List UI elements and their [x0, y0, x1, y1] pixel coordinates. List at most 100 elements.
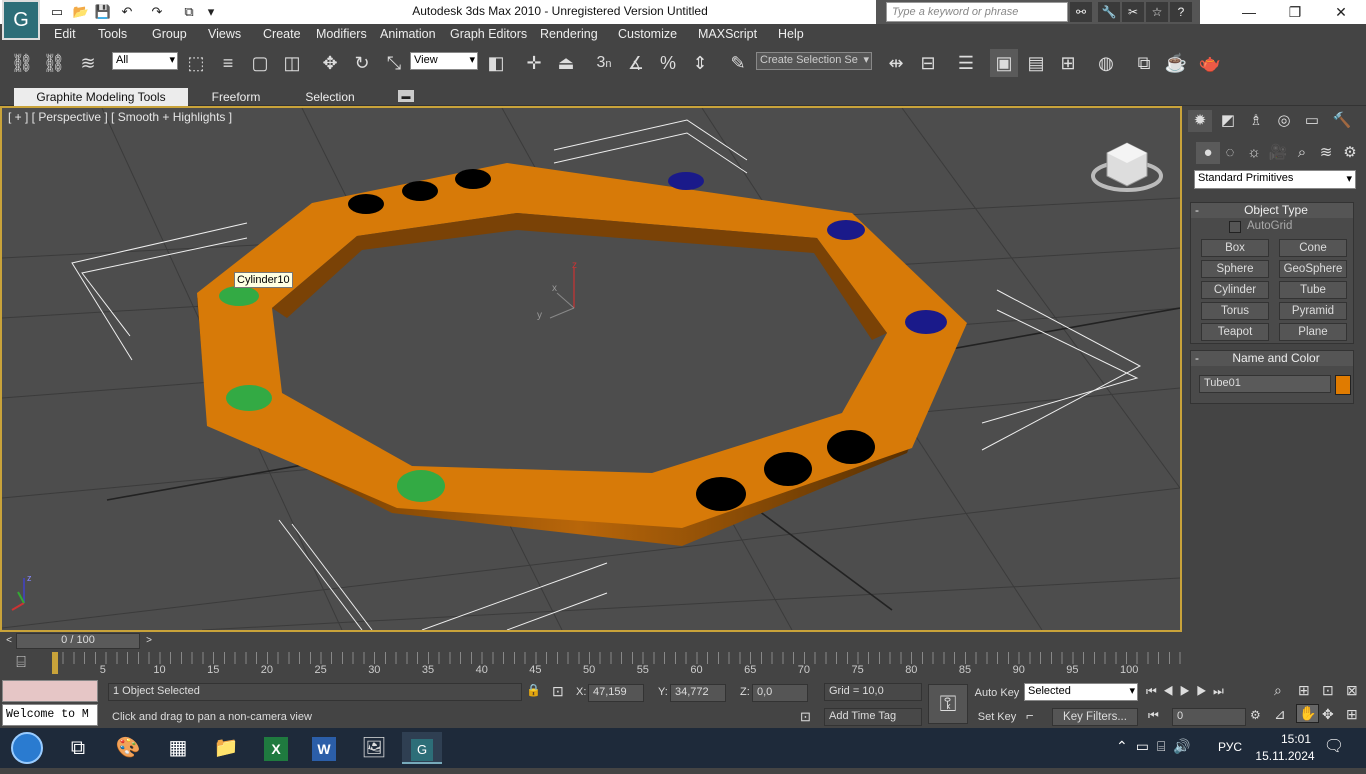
systems-category-icon[interactable]: ⚙: [1338, 142, 1362, 164]
rotate-icon[interactable]: ↻: [348, 49, 376, 77]
angle-snap-icon[interactable]: ∡: [622, 49, 650, 77]
z-coordinate-input[interactable]: 0,0: [752, 684, 808, 702]
manipulate-icon[interactable]: ✛: [520, 49, 548, 77]
set-key-button[interactable]: Set Key: [972, 708, 1022, 726]
select-object-icon[interactable]: ⬚: [182, 49, 210, 77]
percent-snap-icon[interactable]: %: [654, 49, 682, 77]
play-icon[interactable]: ▶: [1180, 684, 1197, 698]
maxscript-mini-listener[interactable]: Welcome to M: [2, 704, 98, 726]
mini-curve-editor-icon[interactable]: ⌸: [10, 654, 32, 674]
reference-coord-select[interactable]: View ▾: [410, 52, 478, 70]
object-color-swatch[interactable]: [1335, 375, 1351, 395]
communication-icon[interactable]: ✂: [1122, 2, 1144, 22]
primitive-type-select[interactable]: Standard Primitives ▾: [1194, 170, 1356, 189]
scene-canvas[interactable]: z x y z: [2, 108, 1180, 630]
tab-freeform[interactable]: Freeform: [196, 88, 276, 106]
maximize-viewport-icon[interactable]: ⊞: [1346, 706, 1358, 723]
hierarchy-tab-icon[interactable]: ♗: [1244, 110, 1268, 132]
selection-filter-select[interactable]: All ▾: [112, 52, 178, 70]
autogrid-checkbox[interactable]: [1229, 221, 1241, 233]
current-frame-marker[interactable]: [52, 652, 58, 674]
ribbon-options-icon[interactable]: ▬: [398, 90, 414, 102]
render-production-icon[interactable]: 🫖: [1196, 49, 1224, 77]
save-icon[interactable]: 💾: [94, 3, 112, 21]
zoom-icon[interactable]: ⌕: [1274, 682, 1282, 699]
task-view-icon[interactable]: ⧉: [58, 732, 98, 764]
time-tag-icon[interactable]: ⊡: [800, 709, 818, 727]
menu-help[interactable]: Help: [778, 27, 804, 41]
minimize-icon[interactable]: —: [1226, 0, 1272, 24]
perspective-viewport[interactable]: z x y z [ + ] [ Perspective ] [ Smooth +…: [0, 106, 1182, 632]
viewport-label[interactable]: [ + ] [ Perspective ] [ Smooth + Highlig…: [8, 110, 232, 124]
select-by-name-icon[interactable]: ≡: [214, 49, 242, 77]
zoom-all-icon[interactable]: ⊞: [1298, 682, 1310, 699]
orbit-icon[interactable]: ✥: [1322, 706, 1334, 723]
pivot-center-icon[interactable]: ◧: [482, 49, 510, 77]
create-tab-icon[interactable]: ✹: [1188, 110, 1212, 132]
x-coordinate-input[interactable]: 47,159: [588, 684, 644, 702]
notifications-icon[interactable]: 🗨: [1322, 736, 1346, 760]
app-logo-icon[interactable]: G: [2, 0, 40, 40]
new-file-icon[interactable]: ▭: [48, 3, 66, 21]
key-filters-button[interactable]: Key Filters...: [1052, 708, 1138, 726]
time-slider-next-icon[interactable]: >: [142, 633, 156, 649]
name-color-header[interactable]: - Name and Color: [1191, 351, 1353, 366]
time-config-icon[interactable]: ⚙: [1250, 708, 1268, 726]
cylinder-button[interactable]: Cylinder: [1201, 281, 1269, 299]
set-key-icon[interactable]: ⚿: [928, 684, 968, 724]
subscription-icon[interactable]: 🔧: [1098, 2, 1120, 22]
language-indicator[interactable]: РУС: [1218, 740, 1242, 754]
helpers-category-icon[interactable]: ⌕: [1290, 142, 1314, 164]
render-setup-icon[interactable]: ⧉: [1130, 49, 1158, 77]
chevron-up-icon[interactable]: ⌃: [1116, 738, 1136, 754]
field-of-view-icon[interactable]: ⊿: [1274, 706, 1286, 723]
key-mode-toggle-icon[interactable]: ⏮: [1148, 708, 1166, 726]
start-button-icon[interactable]: [4, 732, 50, 764]
time-slider-thumb[interactable]: 0 / 100: [16, 633, 140, 649]
time-slider-prev-icon[interactable]: <: [2, 633, 16, 649]
menu-customize[interactable]: Customize: [618, 27, 677, 41]
word-app-icon[interactable]: W: [304, 732, 344, 764]
clock-time[interactable]: 15:01: [1266, 732, 1326, 746]
auto-key-button[interactable]: Auto Key: [972, 684, 1022, 702]
time-slider[interactable]: < 0 / 100 >: [0, 632, 1186, 650]
add-time-tag[interactable]: Add Time Tag: [824, 708, 922, 726]
menu-maxscript[interactable]: MAXScript: [698, 27, 757, 41]
keyboard-shortcut-icon[interactable]: ⏏: [552, 49, 580, 77]
named-selection-select[interactable]: Create Selection Se ▾: [756, 52, 872, 70]
display-tab-icon[interactable]: ▭: [1300, 110, 1324, 132]
unlink-icon[interactable]: ⛓: [40, 49, 68, 77]
object-name-input[interactable]: Tube01: [1199, 375, 1331, 393]
transform-mode-icon[interactable]: ⊡: [552, 683, 570, 701]
menu-animation[interactable]: Animation: [380, 27, 436, 41]
modify-tab-icon[interactable]: ◩: [1216, 110, 1240, 132]
volume-icon[interactable]: 🔊: [1173, 738, 1198, 754]
plane-button[interactable]: Plane: [1279, 323, 1347, 341]
graphite-toggle-icon[interactable]: ▣: [990, 49, 1018, 77]
sphere-button[interactable]: Sphere: [1201, 260, 1269, 278]
menu-modifiers[interactable]: Modifiers: [316, 27, 367, 41]
key-mode-select[interactable]: Selected ▾: [1024, 683, 1138, 701]
torus-button[interactable]: Torus: [1201, 302, 1269, 320]
menu-create[interactable]: Create: [263, 27, 301, 41]
prev-frame-icon[interactable]: ◀: [1163, 684, 1180, 698]
favorites-star-icon[interactable]: ☆: [1146, 2, 1168, 22]
excel-app-icon[interactable]: X: [256, 732, 296, 764]
track-bar[interactable]: ⌸ 5 10 15 20 25 30 35 40 45 50 55 60 65 70 75 80 85 90 95 1…: [0, 650, 1186, 678]
menu-edit[interactable]: Edit: [54, 27, 76, 41]
geometry-category-icon[interactable]: ●: [1196, 142, 1220, 164]
undo-icon[interactable]: ↶: [118, 3, 136, 21]
clock-date[interactable]: 15.11.2024: [1250, 749, 1320, 763]
edit-named-sel-icon[interactable]: ✎: [724, 49, 752, 77]
close-icon[interactable]: ✕: [1318, 0, 1364, 24]
project-folder-icon[interactable]: ⧉: [180, 3, 198, 21]
y-coordinate-input[interactable]: 34,772: [670, 684, 726, 702]
menu-tools[interactable]: Tools: [98, 27, 127, 41]
paint-app-icon[interactable]: 🎨: [108, 732, 148, 764]
pyramid-button[interactable]: Pyramid: [1279, 302, 1347, 320]
network-icon[interactable]: ⌸: [1157, 738, 1173, 754]
goto-start-icon[interactable]: ⏮: [1146, 684, 1163, 698]
spacewarps-category-icon[interactable]: ≋: [1314, 142, 1338, 164]
maxscript-listener-pink[interactable]: [2, 680, 98, 702]
rendered-frame-icon[interactable]: ☕: [1162, 49, 1190, 77]
